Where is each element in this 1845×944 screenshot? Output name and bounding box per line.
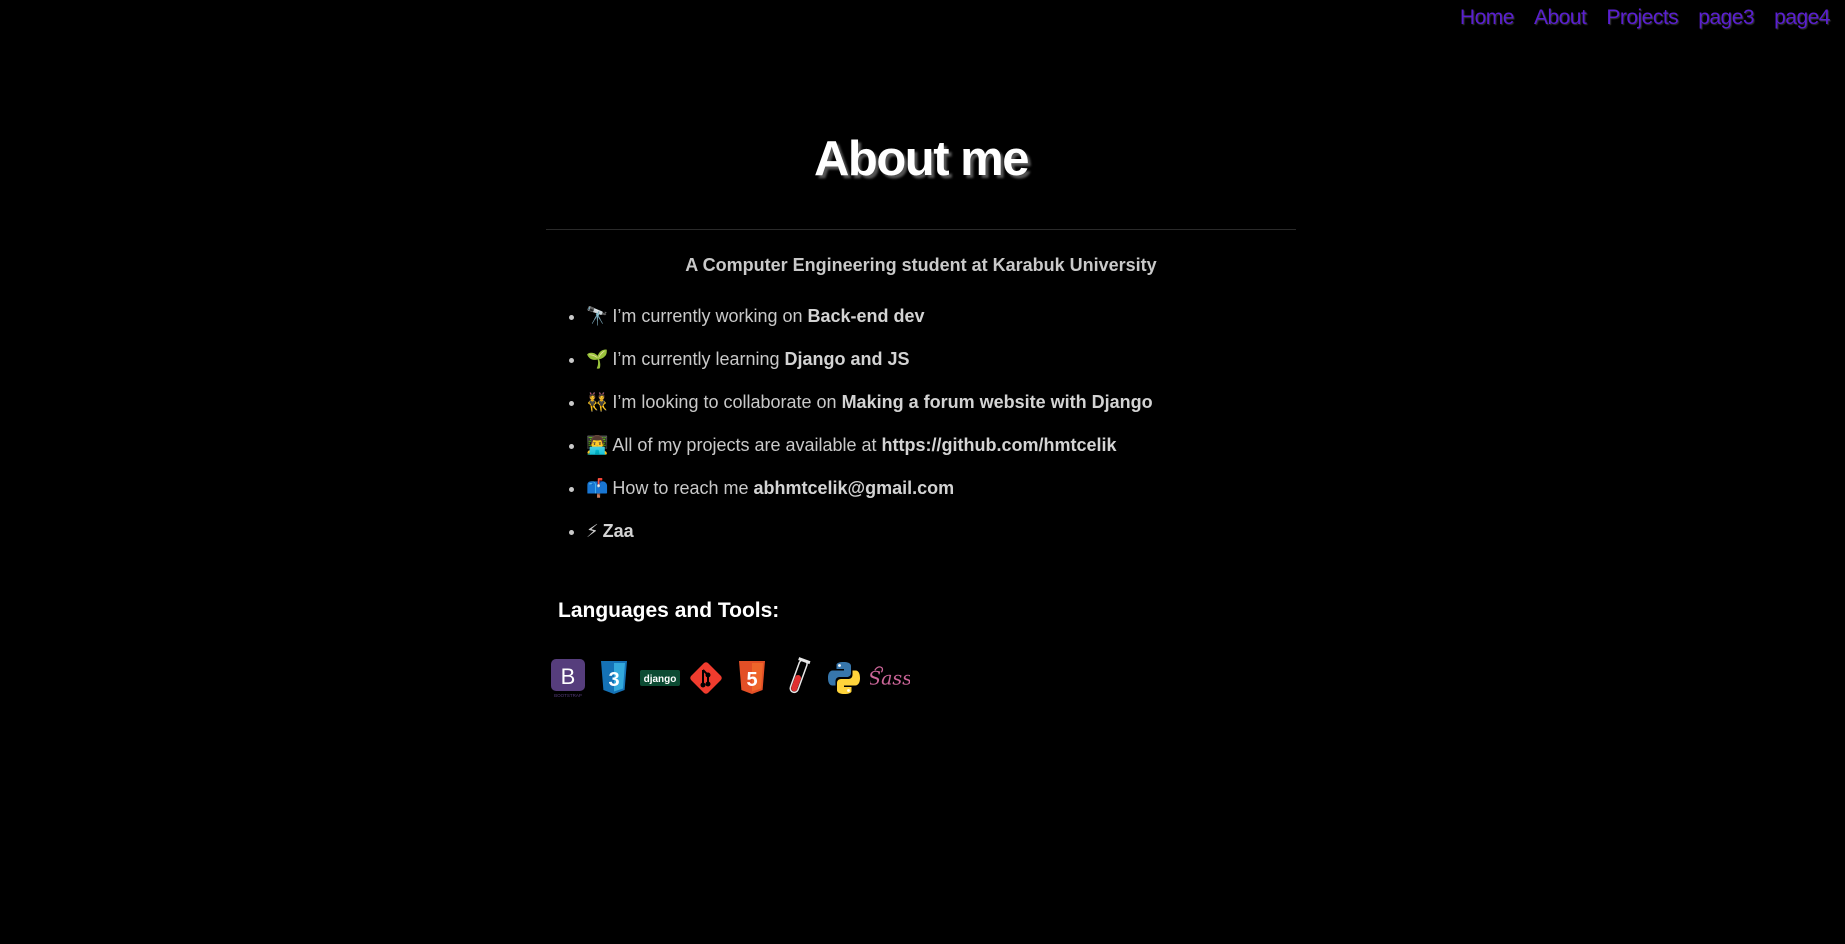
testtube-icon[interactable] bbox=[778, 657, 818, 699]
page-title: About me bbox=[814, 132, 1029, 186]
html5-number: 5 bbox=[746, 669, 757, 691]
nav-page4-link[interactable]: page4 bbox=[1774, 6, 1830, 30]
sass-wordmark: Sass bbox=[870, 668, 910, 690]
mailbox-icon: 📫 bbox=[586, 478, 609, 498]
tools-heading: Languages and Tools: bbox=[558, 599, 780, 622]
nav-home-link[interactable]: Home bbox=[1460, 6, 1515, 30]
django-wordmark: django bbox=[644, 674, 677, 685]
sass-icon[interactable]: Sass bbox=[870, 657, 910, 699]
top-nav: Home About Projects page3 page4 bbox=[1460, 6, 1831, 30]
fact-text: I’m currently working on bbox=[612, 306, 808, 326]
django-icon[interactable]: django bbox=[640, 657, 680, 699]
nav-page3-link[interactable]: page3 bbox=[1698, 6, 1754, 30]
nav-about-link[interactable]: About bbox=[1534, 6, 1587, 30]
fact-text: I’m looking to collaborate on bbox=[612, 392, 842, 412]
title-divider bbox=[546, 229, 1296, 230]
fact-text: I’m currently learning bbox=[612, 349, 785, 369]
facts-list: 🔭I’m currently working on Back-end dev 🌱… bbox=[546, 301, 1153, 559]
list-item: 🔭I’m currently working on Back-end dev bbox=[586, 301, 1153, 344]
list-item: 👯I’m looking to collaborate on Making a … bbox=[586, 387, 1153, 430]
list-item: 👨‍💻All of my projects are available at h… bbox=[586, 430, 1153, 473]
technologist-icon: 👨‍💻 bbox=[586, 435, 609, 455]
fact-highlight: Back-end dev bbox=[807, 306, 925, 326]
nav-projects-link[interactable]: Projects bbox=[1606, 6, 1678, 30]
list-item: ⚡Zaa bbox=[586, 516, 1153, 559]
list-item: 🌱I’m currently learning Django and JS bbox=[586, 344, 1153, 387]
css3-icon[interactable]: 3 bbox=[594, 657, 634, 699]
seedling-icon: 🌱 bbox=[586, 349, 609, 369]
git-icon[interactable] bbox=[686, 657, 726, 699]
dancers-icon: 👯 bbox=[586, 392, 609, 412]
subtitle: A Computer Engineering student at Karabu… bbox=[685, 255, 1157, 275]
css3-number: 3 bbox=[608, 669, 619, 691]
fact-highlight: Zaa bbox=[602, 521, 634, 541]
telescope-icon: 🔭 bbox=[586, 306, 609, 326]
list-item: 📫How to reach me abhmtcelik@gmail.com bbox=[586, 473, 1153, 516]
fact-text: How to reach me bbox=[612, 478, 754, 498]
lightning-icon: ⚡ bbox=[586, 521, 599, 541]
email-link[interactable]: abhmtcelik@gmail.com bbox=[753, 478, 954, 498]
fact-highlight: Making a forum website with Django bbox=[841, 392, 1153, 412]
fact-highlight: Django and JS bbox=[784, 349, 910, 369]
bootstrap-caption: BOOTSTRAP bbox=[554, 693, 582, 698]
bootstrap-letter: B bbox=[561, 664, 576, 689]
bootstrap-icon[interactable]: B BOOTSTRAP bbox=[548, 657, 588, 699]
github-link[interactable]: https://github.com/hmtcelik bbox=[882, 435, 1117, 455]
python-icon[interactable] bbox=[824, 657, 864, 699]
tools-icons: B BOOTSTRAP 3 django 5 Sass bbox=[548, 657, 910, 699]
html5-icon[interactable]: 5 bbox=[732, 657, 772, 699]
fact-text: All of my projects are available at bbox=[612, 435, 882, 455]
